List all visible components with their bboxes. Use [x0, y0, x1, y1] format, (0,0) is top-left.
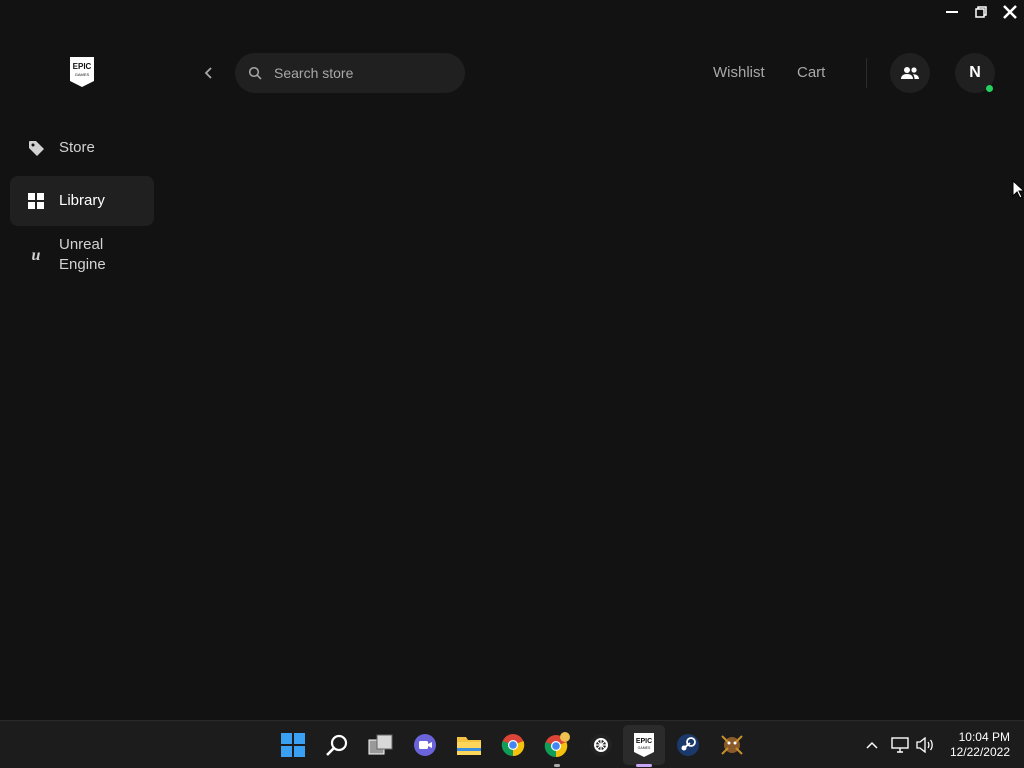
window-controls — [937, 0, 1024, 24]
avatar-letter: N — [969, 64, 981, 81]
header-divider — [866, 58, 867, 88]
chrome-profile-icon — [544, 732, 570, 758]
online-status-dot — [986, 85, 993, 92]
sidebar-item-library[interactable]: Library — [10, 176, 154, 226]
file-explorer-button[interactable] — [455, 731, 483, 759]
chrome-button[interactable] — [499, 731, 527, 759]
svg-text:GAMES: GAMES — [638, 746, 651, 750]
sidebar-item-label: Store — [59, 139, 95, 156]
restore-icon — [974, 6, 987, 18]
cursor-icon — [1012, 179, 1024, 199]
network-button[interactable] — [890, 735, 910, 755]
volume-icon — [916, 737, 933, 753]
search-icon — [248, 66, 262, 80]
app-icon — [590, 734, 612, 756]
folder-icon — [457, 737, 481, 755]
clock-date: 12/22/2022 — [949, 745, 1010, 759]
restore-button[interactable] — [966, 0, 995, 24]
tray-overflow-button[interactable] — [862, 735, 882, 755]
svg-text:EPIC: EPIC — [636, 738, 652, 745]
epic-games-taskbar-button[interactable]: EPIC GAMES — [630, 731, 658, 767]
epic-games-logo[interactable]: EPIC GAMES — [68, 56, 96, 88]
task-view-icon — [368, 734, 393, 755]
cart-link[interactable]: Cart — [797, 64, 825, 82]
windows-start-icon — [281, 733, 305, 757]
clock[interactable]: 10:04 PM 12/22/2022 — [950, 730, 1010, 760]
sidebar-item-unreal-engine[interactable]: u Unreal Engine — [10, 229, 154, 281]
wishlist-link[interactable]: Wishlist — [713, 64, 765, 82]
sidebar-item-label: Library — [59, 192, 105, 209]
minimize-button[interactable] — [937, 0, 966, 24]
taskbar-search-button[interactable] — [323, 731, 351, 759]
close-icon — [1002, 5, 1017, 19]
app-button[interactable] — [587, 731, 615, 759]
taskbar: EPIC GAMES 10:04 PM 12/22/2022 — [0, 720, 1024, 768]
unreal-icon: u — [27, 246, 45, 264]
minimize-icon — [945, 11, 958, 13]
steam-button[interactable] — [674, 731, 702, 759]
avatar[interactable]: N — [955, 53, 995, 93]
teams-chat-button[interactable] — [411, 731, 439, 759]
network-icon — [891, 737, 909, 753]
tag-icon — [27, 139, 45, 157]
active-indicator — [636, 764, 652, 767]
volume-button[interactable] — [915, 735, 935, 755]
game-icon — [721, 735, 743, 755]
svg-text:GAMES: GAMES — [75, 72, 90, 77]
search-input[interactable] — [274, 65, 444, 81]
back-button[interactable] — [200, 64, 218, 82]
search-bar[interactable] — [235, 53, 465, 93]
windows-start-button[interactable] — [279, 731, 307, 759]
sidebar-item-label: Unreal Engine — [59, 236, 106, 273]
search-icon — [326, 734, 348, 756]
epic-logo-icon: EPIC GAMES — [70, 57, 94, 87]
chevron-left-icon — [204, 67, 212, 79]
sidebar-item-store[interactable]: Store — [10, 123, 154, 173]
grid-icon — [27, 192, 45, 210]
chat-icon — [414, 734, 436, 756]
epic-games-icon: EPIC GAMES — [634, 733, 654, 757]
running-indicator — [554, 764, 560, 767]
sidebar: EPIC GAMES Store Library u Unreal Engine — [0, 0, 165, 720]
mouse-cursor — [1012, 179, 1024, 200]
steam-icon — [677, 734, 699, 756]
friends-icon — [901, 67, 919, 79]
close-button[interactable] — [995, 0, 1024, 24]
svg-text:u: u — [32, 247, 41, 264]
task-view-button[interactable] — [367, 731, 395, 759]
game-button[interactable] — [718, 731, 746, 759]
chrome-canary-button[interactable] — [543, 731, 571, 767]
chrome-icon — [501, 734, 525, 757]
svg-text:EPIC: EPIC — [73, 62, 92, 71]
clock-time: 10:04 PM — [958, 730, 1010, 744]
chevron-up-icon — [866, 741, 878, 749]
friends-button[interactable] — [890, 53, 930, 93]
